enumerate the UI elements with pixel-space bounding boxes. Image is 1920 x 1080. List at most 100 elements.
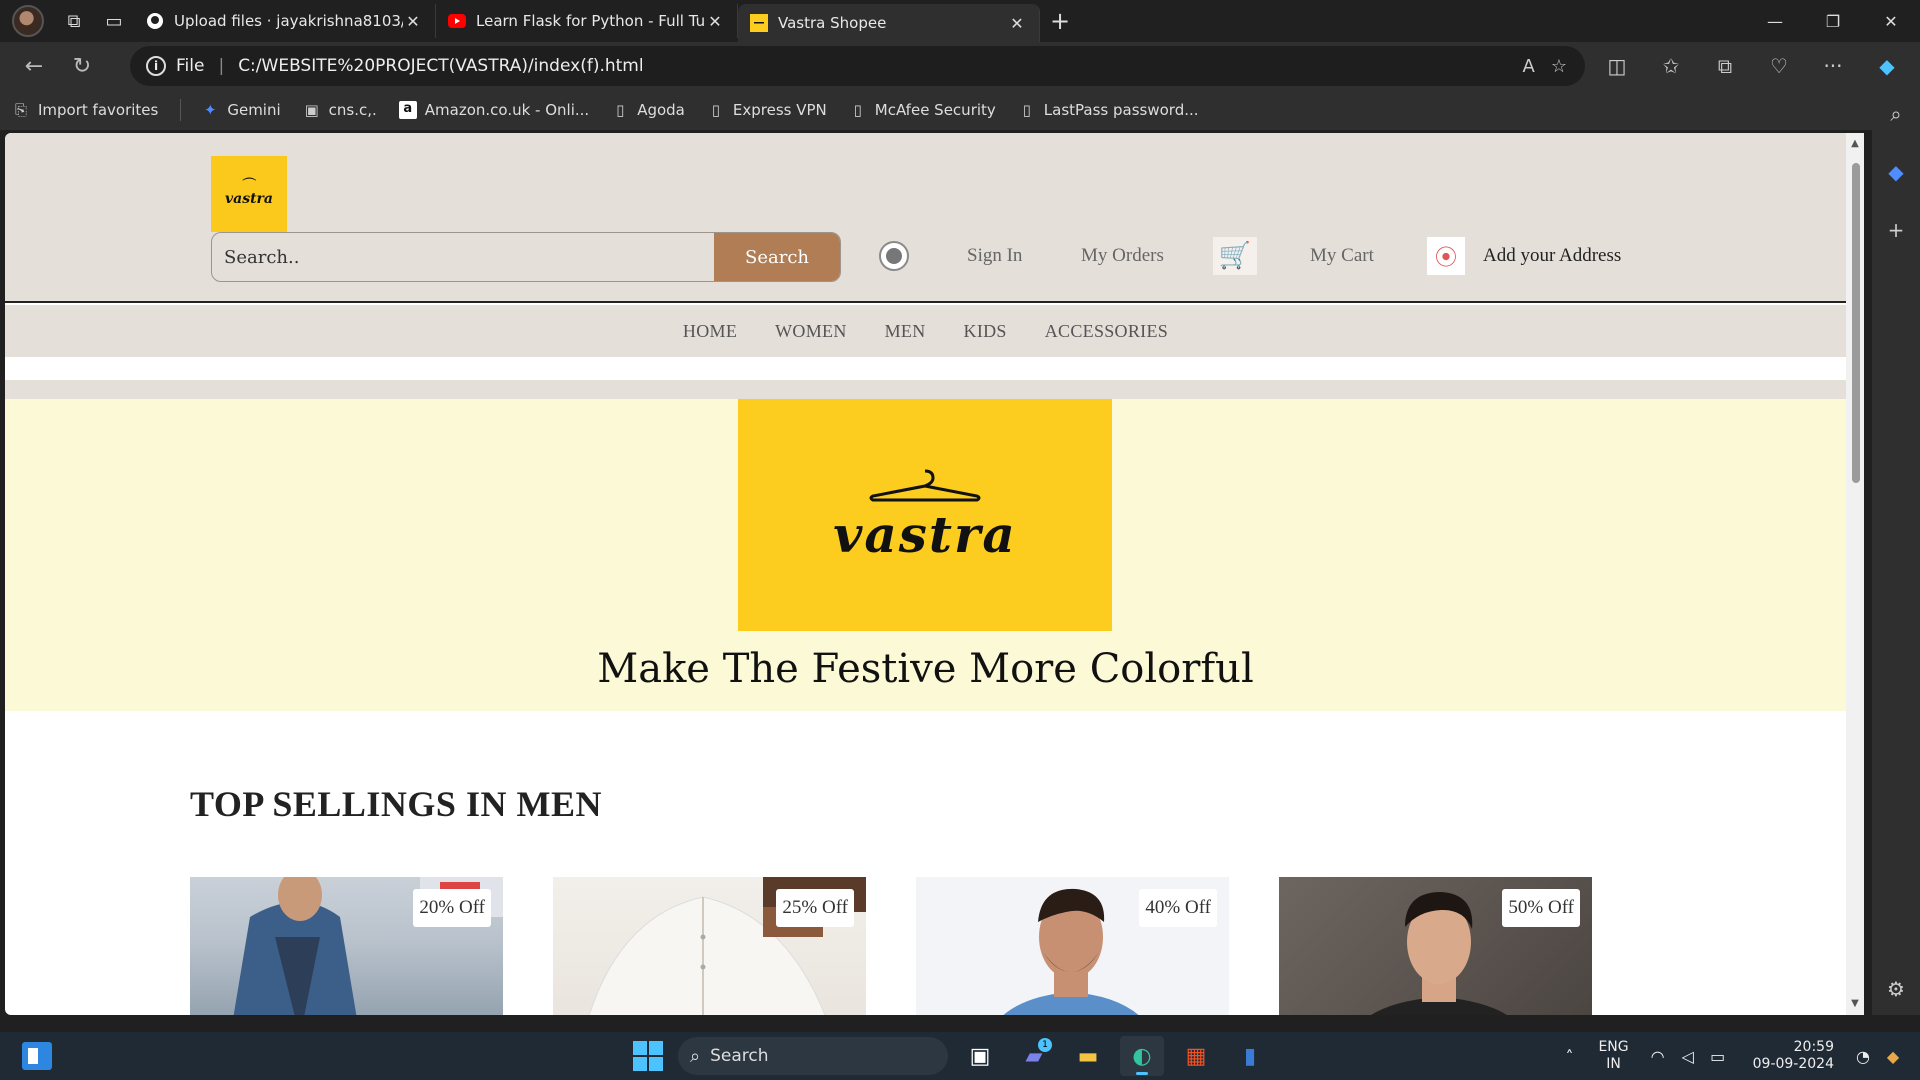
- favorite-label: Express VPN: [732, 101, 827, 119]
- my-orders-link[interactable]: My Orders: [1081, 245, 1164, 267]
- tab-github[interactable]: Upload files · jayakrishna8103/E-c ✕: [134, 4, 436, 38]
- search-input[interactable]: [212, 233, 714, 281]
- page-scrollbar[interactable]: ▲ ▼: [1846, 133, 1864, 1015]
- read-aloud-icon[interactable]: A: [1523, 56, 1535, 77]
- favorite-label: Import favorites: [38, 101, 159, 119]
- close-window-icon[interactable]: ✕: [1862, 0, 1920, 42]
- import-icon: ⎘: [14, 101, 27, 119]
- split-screen-icon[interactable]: ◫: [1590, 46, 1644, 86]
- favorite-expressvpn[interactable]: ▯ Express VPN: [707, 101, 827, 119]
- search-button[interactable]: Search: [714, 233, 840, 281]
- taskbar-search[interactable]: ⌕ Search: [678, 1037, 948, 1075]
- favorite-lastpass[interactable]: ▯ LastPass password...: [1018, 101, 1199, 119]
- close-tab-icon[interactable]: ✕: [403, 12, 423, 31]
- page-icon: ▯: [1022, 101, 1031, 119]
- url-field[interactable]: i File | C:/WEBSITE%20PROJECT(VASTRA)/in…: [130, 46, 1585, 86]
- divider: [180, 99, 182, 121]
- scroll-down-icon[interactable]: ▼: [1850, 999, 1860, 1009]
- product-card[interactable]: 25% Off: [553, 877, 866, 1015]
- edge-browser-icon[interactable]: ◐: [1120, 1036, 1164, 1076]
- notification-bell-icon[interactable]: ◔: [1848, 1047, 1878, 1066]
- lang-region: IN: [1606, 1056, 1621, 1072]
- favorite-mcafee[interactable]: ▯ McAfee Security: [849, 101, 996, 119]
- close-tab-icon[interactable]: ✕: [1007, 14, 1027, 33]
- wifi-icon[interactable]: ◠: [1643, 1047, 1673, 1066]
- search-icon: ⌕: [690, 1045, 701, 1067]
- favorites-icon[interactable]: ✩: [1644, 46, 1698, 86]
- discount-badge: 25% Off: [776, 889, 854, 927]
- scroll-up-icon[interactable]: ▲: [1850, 139, 1860, 149]
- new-tab-icon[interactable]: +: [1040, 7, 1080, 35]
- minimize-icon[interactable]: —: [1746, 0, 1804, 42]
- search-icon[interactable]: ⌕: [1890, 102, 1901, 126]
- microsoft-store-icon[interactable]: ▦: [1174, 1036, 1218, 1076]
- tab-bar: ⧉ ▭ Upload files · jayakrishna8103/E-c ✕…: [0, 0, 1920, 42]
- widgets-icon[interactable]: [22, 1042, 52, 1070]
- restore-icon[interactable]: ❐: [1804, 0, 1862, 42]
- workspaces-icon[interactable]: ⧉: [54, 4, 94, 38]
- task-view-icon[interactable]: ▣: [958, 1036, 1002, 1076]
- teams-chat-icon[interactable]: ▰ 1: [1012, 1036, 1056, 1076]
- site-logo[interactable]: ⏜ vastra: [211, 156, 287, 232]
- location-pin-icon[interactable]: ⦿: [1427, 237, 1465, 275]
- add-address-link[interactable]: Add your Address: [1483, 245, 1621, 267]
- browser-essentials-icon[interactable]: ♡: [1752, 46, 1806, 86]
- clock[interactable]: 20:59 09-09-2024: [1753, 1039, 1834, 1073]
- collections-icon[interactable]: ⧉: [1698, 46, 1752, 86]
- language-indicator[interactable]: ENG IN: [1598, 1039, 1628, 1073]
- copilot-taskbar-icon[interactable]: ◆: [1878, 1047, 1908, 1066]
- taskbar: ⌕ Search ▣ ▰ 1 ▬ ◐ ▦ ▮ ˄ ENG IN ◠ ◁ ▭ 20:…: [0, 1032, 1920, 1080]
- tab-youtube[interactable]: Learn Flask for Python - Full Tutor ✕: [436, 4, 738, 38]
- info-icon[interactable]: i: [146, 56, 166, 76]
- close-tab-icon[interactable]: ✕: [705, 12, 725, 31]
- volume-icon[interactable]: ◁: [1673, 1047, 1703, 1066]
- product-card[interactable]: 40% Off: [916, 877, 1229, 1015]
- favorite-agoda[interactable]: ▯ Agoda: [611, 101, 685, 119]
- scrollbar-thumb[interactable]: [1852, 163, 1860, 483]
- youtube-icon: [448, 12, 466, 30]
- tab-vastra[interactable]: Vastra Shopee ✕: [738, 4, 1040, 42]
- hero-logo-text: vastra: [833, 504, 1017, 564]
- page-icon: ▯: [853, 101, 862, 119]
- nav-accessories[interactable]: ACCESSORIES: [1045, 321, 1168, 342]
- favorite-import[interactable]: ⎘ Import favorites: [12, 101, 158, 119]
- nav-women[interactable]: WOMEN: [775, 321, 847, 342]
- hero-tagline: Make The Festive More Colorful: [597, 646, 1254, 692]
- favorite-amazon[interactable]: a Amazon.co.uk - Onli...: [398, 101, 590, 119]
- copilot-icon[interactable]: ◆: [1860, 46, 1914, 86]
- back-icon[interactable]: ←: [10, 46, 58, 86]
- notification-badge: 1: [1038, 1038, 1052, 1052]
- tab-title: Upload files · jayakrishna8103/E-c: [174, 12, 403, 30]
- shopping-tag-icon[interactable]: ◆: [1888, 160, 1903, 184]
- amazon-icon: a: [398, 101, 417, 119]
- nav-home[interactable]: HOME: [683, 321, 737, 342]
- product-card[interactable]: 50% Off: [1279, 877, 1592, 1015]
- vertical-tabs-icon[interactable]: ▭: [94, 4, 134, 38]
- favorite-gemini[interactable]: ✦ Gemini: [201, 101, 281, 119]
- hero-banner: vastra Make The Festive More Colorful: [5, 399, 1846, 711]
- folder-icon: ▣: [304, 101, 319, 119]
- settings-gear-icon[interactable]: ⚙: [1887, 977, 1905, 1001]
- separator: |: [218, 56, 225, 76]
- nav-men[interactable]: MEN: [885, 321, 926, 342]
- tab-title: Vastra Shopee: [778, 14, 887, 32]
- add-sidebar-icon[interactable]: +: [1888, 218, 1905, 242]
- myhp-icon[interactable]: ▮: [1228, 1036, 1272, 1076]
- start-windows-icon[interactable]: [628, 1036, 668, 1076]
- my-cart-link[interactable]: My Cart: [1310, 245, 1374, 267]
- favorite-cns[interactable]: ▣ cns.c,.: [303, 101, 377, 119]
- more-icon[interactable]: ···: [1806, 46, 1860, 86]
- favorite-star-icon[interactable]: ☆: [1551, 56, 1567, 77]
- chevron-up-icon[interactable]: ˄: [1554, 1047, 1584, 1066]
- battery-icon[interactable]: ▭: [1703, 1047, 1733, 1066]
- refresh-icon[interactable]: ↻: [58, 46, 106, 86]
- product-card[interactable]: 20% Off: [190, 877, 503, 1015]
- favorite-label: Amazon.co.uk - Onli...: [424, 101, 590, 119]
- profile-avatar[interactable]: [12, 5, 44, 37]
- file-explorer-icon[interactable]: ▬: [1066, 1036, 1110, 1076]
- cart-icon[interactable]: 🛒: [1213, 237, 1257, 275]
- nav-kids[interactable]: KIDS: [964, 321, 1007, 342]
- user-avatar-icon[interactable]: [879, 241, 909, 271]
- logo-text: vastra: [224, 191, 273, 207]
- sign-in-link[interactable]: Sign In: [967, 245, 1022, 267]
